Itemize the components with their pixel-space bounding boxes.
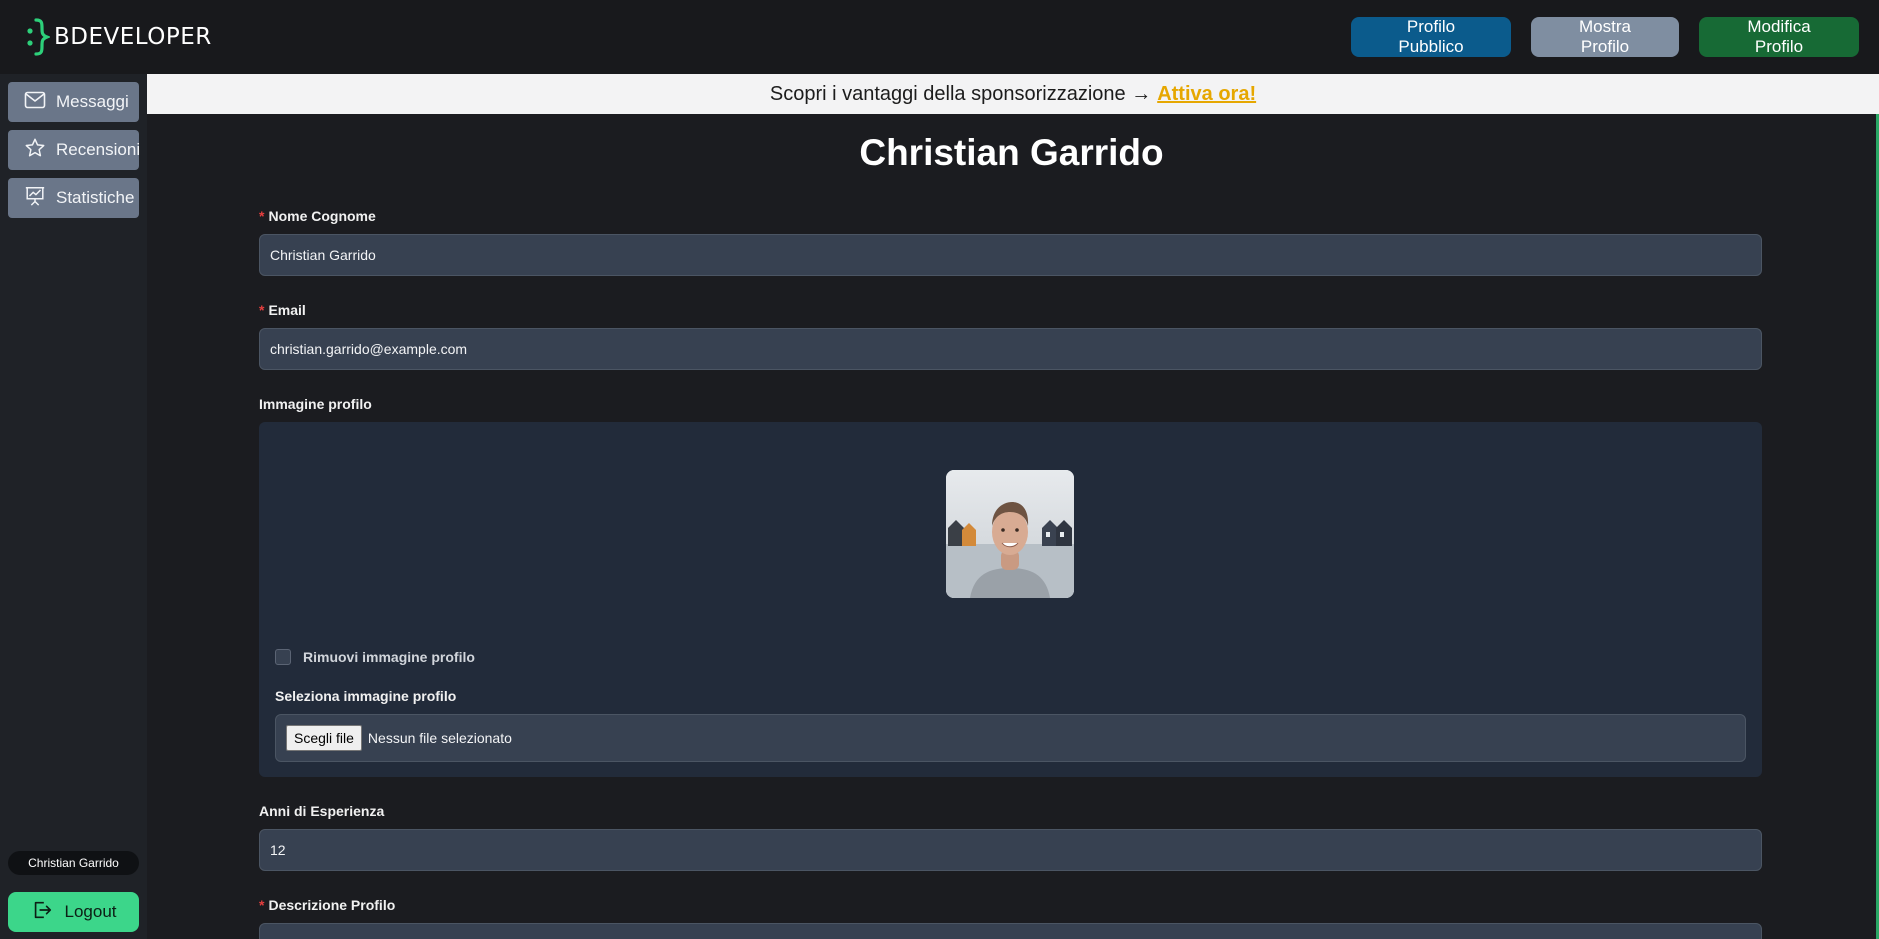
logout-label: Logout [64, 902, 117, 921]
description-label: * Descrizione Profilo [259, 897, 396, 913]
banner-text: Scopri i vantaggi della sponsorizzazione… [769, 82, 1152, 105]
page-title: Christian Garrido [859, 132, 1164, 173]
remove-image-checkbox[interactable] [275, 649, 291, 665]
remove-image-label: Rimuovi immagine profilo [303, 649, 475, 665]
logout-button[interactable]: Logout [8, 892, 139, 932]
sidebar: Messaggi Recensioni Statistiche Christia… [0, 74, 147, 939]
current-user-badge: Christian Garrido [8, 851, 139, 875]
brand-name: BDEVELOPER [54, 24, 212, 50]
sidebar-item-label: Messaggi [56, 92, 129, 111]
sidebar-item-label: Recensioni [56, 140, 141, 159]
select-image-label: Seleziona immagine profilo [275, 688, 457, 704]
profile-image-label: Immagine profilo [259, 396, 372, 412]
show-profile-button[interactable]: Mostra Profilo [1531, 17, 1679, 57]
name-field[interactable]: Christian Garrido [259, 234, 1762, 276]
brand-brace-icon [26, 17, 50, 57]
sponsorship-banner: Scopri i vantaggi della sponsorizzazione… [147, 74, 1879, 114]
logout-icon [31, 899, 53, 926]
presentation-chart-icon [24, 185, 46, 212]
navbar-actions: Profilo Pubblico Mostra Profilo Modifica… [1351, 17, 1859, 57]
choose-file-button[interactable]: Scegli file [286, 725, 362, 751]
required-marker: * [259, 897, 265, 913]
sidebar-item-messages[interactable]: Messaggi [8, 82, 139, 122]
sidebar-item-reviews[interactable]: Recensioni [8, 130, 141, 170]
sidebar-item-statistics[interactable]: Statistiche [8, 178, 139, 218]
sidebar-item-label: Statistiche [56, 188, 135, 207]
brand-logo[interactable]: BDEVELOPER [26, 17, 212, 57]
file-input[interactable]: Scegli file Nessun file selezionato [275, 714, 1746, 762]
required-marker: * [259, 208, 265, 224]
edit-profile-button[interactable]: Modifica Profilo [1699, 17, 1859, 57]
activate-now-link[interactable]: Attiva ora! [1157, 83, 1256, 106]
experience-field[interactable]: 12 [259, 829, 1762, 871]
email-label: * Email [259, 302, 306, 318]
remove-image-row[interactable]: Rimuovi immagine profilo [275, 649, 475, 665]
required-marker: * [259, 302, 265, 318]
public-profile-button[interactable]: Profilo Pubblico [1351, 17, 1511, 57]
name-label: * Nome Cognome [259, 208, 376, 224]
profile-image-panel: Rimuovi immagine profilo Seleziona immag… [259, 422, 1762, 777]
file-status-text: Nessun file selezionato [367, 730, 512, 746]
avatar [946, 470, 1074, 598]
main-content: Christian Garrido * Nome Cognome Christia… [147, 114, 1876, 939]
experience-label: Anni di Esperienza [259, 803, 385, 819]
email-field[interactable]: christian.garrido@example.com [259, 328, 1762, 370]
star-icon [24, 137, 46, 164]
envelope-icon [24, 91, 46, 114]
top-navbar: BDEVELOPER Profilo Pubblico Mostra Profi… [0, 0, 1879, 74]
description-field[interactable] [259, 923, 1762, 939]
